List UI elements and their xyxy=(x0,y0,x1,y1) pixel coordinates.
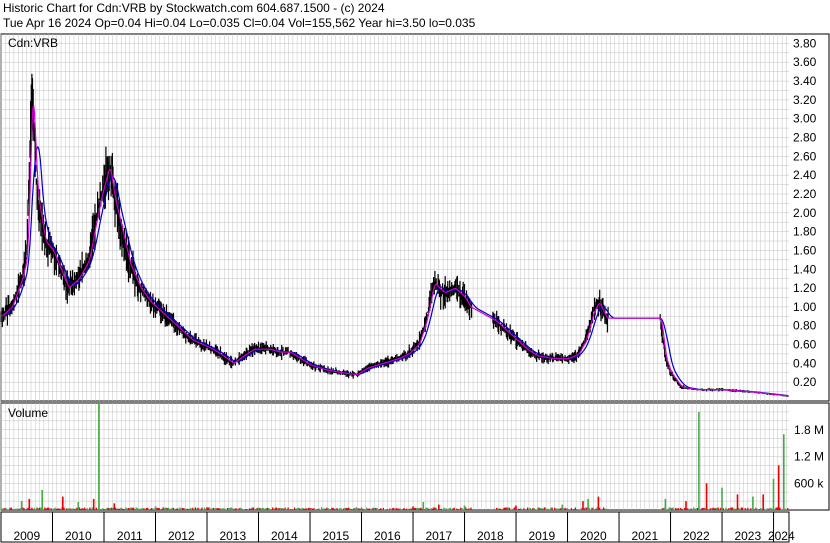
price-panel: Cdn:VRB 3.80 3.60 3.40 3.20 3.00 2.80 2.60 2.40… xyxy=(0,33,830,402)
x-tick-label: 2016 xyxy=(374,529,401,543)
x-tick-label: 2022 xyxy=(683,529,710,543)
symbol-label: Cdn:VRB xyxy=(8,36,58,50)
y-tick-label: 2.80 xyxy=(793,131,817,145)
y-tick-label: 1.2 M xyxy=(794,450,824,464)
x-tick-label: 2017 xyxy=(425,529,452,543)
x-tick-label: 2019 xyxy=(528,529,555,543)
x-tick-label: 2018 xyxy=(477,529,504,543)
y-tick-label: 600 k xyxy=(794,476,824,490)
y-tick-label: 0.40 xyxy=(793,356,817,370)
x-tick-label: 2015 xyxy=(322,529,349,543)
x-tick-label: 2011 xyxy=(117,529,143,543)
y-tick-label: 3.00 xyxy=(793,112,817,126)
x-axis: 2009 2010 2011 2012 2013 2014 2015 2016 2017 2018… xyxy=(0,511,795,543)
y-tick-label: 2.00 xyxy=(793,206,817,220)
y-tick-label: 0.20 xyxy=(793,375,817,389)
y-tick-label: 1.00 xyxy=(793,300,817,314)
y-tick-label: 0.80 xyxy=(793,319,817,333)
y-tick-label: 0.60 xyxy=(793,338,817,352)
historic-chart: Cdn:VRB 3.80 3.60 3.40 3.20 3.00 2.80 2.60 2.40… xyxy=(0,33,830,543)
volume-y-axis: 1.8 M 1.2 M 600 k xyxy=(794,423,824,491)
volume-label: Volume xyxy=(8,406,48,420)
x-tick-label: 2020 xyxy=(580,529,607,543)
y-tick-label: 3.20 xyxy=(793,93,817,107)
y-tick-label: 1.8 M xyxy=(794,423,824,437)
y-tick-label: 3.60 xyxy=(793,55,817,69)
x-tick-label: 2010 xyxy=(65,529,92,543)
x-tick-label: 2024 xyxy=(768,529,795,543)
y-tick-label: 1.40 xyxy=(793,262,817,276)
y-tick-label: 3.80 xyxy=(793,36,817,50)
x-tick-label: 2023 xyxy=(734,529,761,543)
y-tick-label: 3.40 xyxy=(793,74,817,88)
y-tick-label: 2.20 xyxy=(793,187,817,201)
y-tick-label: 1.60 xyxy=(793,243,817,257)
y-tick-label: 2.40 xyxy=(793,168,817,182)
x-tick-label: 2014 xyxy=(271,529,298,543)
x-tick-label: 2009 xyxy=(13,529,40,543)
y-tick-label: 2.60 xyxy=(793,149,817,163)
x-tick-label: 2021 xyxy=(631,529,658,543)
y-tick-label: 1.20 xyxy=(793,281,817,295)
y-tick-label: 1.80 xyxy=(793,225,817,239)
x-tick-label: 2013 xyxy=(219,529,246,543)
volume-panel: Volume 1.8 M 1.2 M 600 k xyxy=(0,402,830,511)
x-tick-label: 2012 xyxy=(168,529,195,543)
